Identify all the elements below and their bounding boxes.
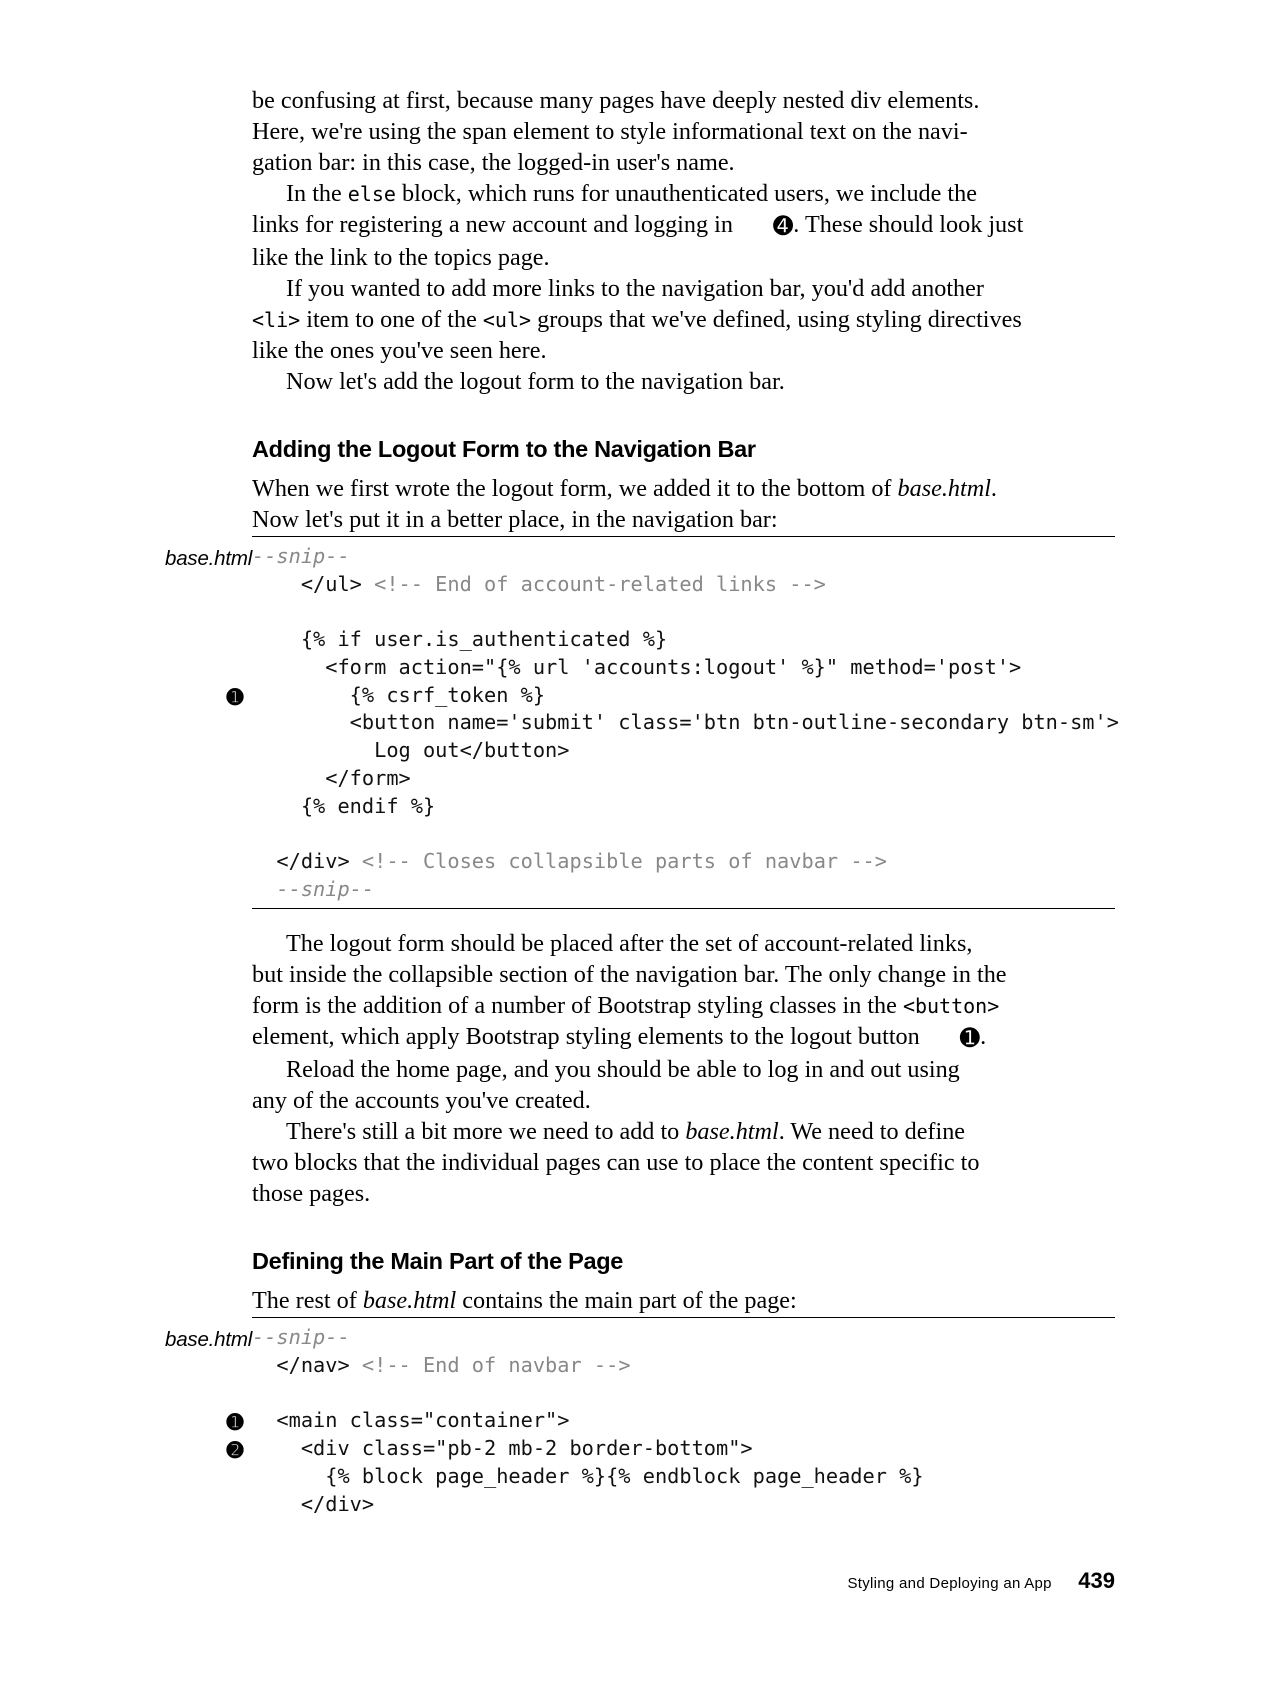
code-filename-label: base.html (165, 1327, 252, 1353)
code-block: --snip-- </nav> <!-- End of navbar --> <… (252, 1324, 1115, 1519)
code-listing: --snip-- </ul> <!-- End of account-relat… (252, 536, 1115, 909)
callout-1-icon: ➊ (926, 1024, 980, 1055)
section-heading: Adding the Logout Form to the Navigation… (252, 434, 1115, 464)
callout-1-icon: ➊ (215, 1411, 255, 1437)
callout-2-icon: ➋ (215, 1439, 255, 1465)
paragraph: The rest of base.html contains the main … (252, 1286, 1115, 1317)
paragraph: When we first wrote the logout form, we … (252, 474, 1115, 536)
body-text: be confusing at first, because many page… (165, 86, 1115, 398)
code-block: --snip-- </ul> <!-- End of account-relat… (252, 543, 1115, 904)
paragraph: If you wanted to add more links to the n… (252, 274, 1115, 367)
body-text: When we first wrote the logout form, we … (165, 474, 1115, 536)
body-text: The logout form should be placed after t… (165, 929, 1115, 1210)
callout-4-icon: ➍ (739, 212, 793, 243)
paragraph: Now let's add the logout form to the nav… (252, 367, 1115, 398)
paragraph: The logout form should be placed after t… (252, 929, 1115, 1055)
code-filename-label: base.html (165, 546, 252, 572)
body-text: The rest of base.html contains the main … (165, 1286, 1115, 1317)
paragraph: be confusing at first, because many page… (252, 86, 1115, 179)
section-heading: Defining the Main Part of the Page (252, 1246, 1115, 1276)
paragraph: In the else block, which runs for unauth… (252, 179, 1115, 274)
code-listing: --snip-- </nav> <!-- End of navbar --> <… (252, 1317, 1115, 1523)
footer-chapter-title: Styling and Deploying an App (847, 1575, 1051, 1592)
callout-1-icon: ➊ (215, 686, 255, 712)
paragraph: Reload the home page, and you should be … (252, 1055, 1115, 1117)
paragraph: There's still a bit more we need to add … (252, 1117, 1115, 1210)
page-number: 439 (1078, 1568, 1115, 1593)
page-footer: Styling and Deploying an App 439 (847, 1567, 1115, 1595)
